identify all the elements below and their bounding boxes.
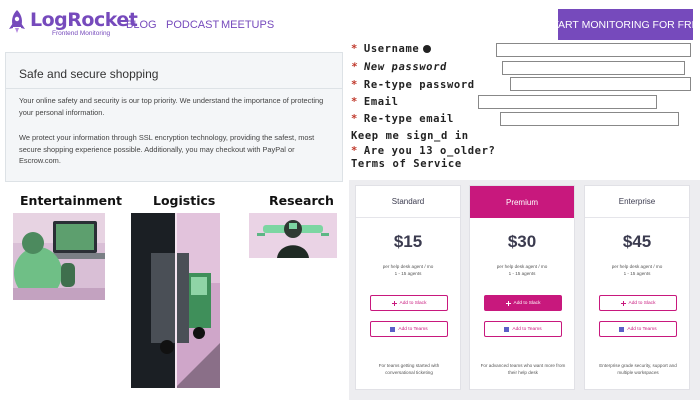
slack-icon [505, 300, 511, 306]
email-input[interactable] [478, 95, 657, 109]
plan-price-unit: per help desk agent / mo 1 - 15 agents [496, 264, 548, 276]
retype-password-input[interactable] [510, 77, 691, 91]
new-password-label: * New password [350, 61, 448, 73]
panel-title: Safe and secure shopping [19, 67, 159, 81]
retype-email-input[interactable] [500, 112, 679, 126]
add-to-teams-button[interactable]: Add to Teams [370, 321, 448, 337]
plan-card-premium: Premium $30 per help desk agent / mo 1 -… [469, 185, 575, 390]
teams-icon [390, 326, 396, 332]
panel-paragraph-2: We protect your information through SSL … [19, 133, 315, 165]
category-research-title: Research [269, 193, 334, 208]
teams-icon [504, 326, 510, 332]
rocket-logo-icon [9, 10, 25, 33]
new-password-input[interactable] [502, 61, 685, 75]
nav-blog[interactable]: BLOG [126, 19, 157, 31]
plan-description: Enterprise grade security, support and m… [599, 363, 677, 375]
username-label: * Username [351, 43, 432, 55]
start-monitoring-button[interactable]: START MONITORING FOR FREE [545, 9, 700, 40]
slack-icon [391, 300, 397, 306]
laptop-person-illustration [13, 213, 105, 300]
plan-price: $45 [622, 232, 652, 251]
slack-icon [620, 300, 626, 306]
plan-price-unit: per help desk agent / mo 1 - 15 agents [382, 264, 434, 276]
add-to-slack-button[interactable]: Add to Slack [484, 295, 562, 311]
teams-icon [619, 326, 625, 332]
add-to-teams-button[interactable]: Add to Teams [484, 321, 562, 337]
category-logistics-title: Logistics [153, 193, 216, 208]
category-entertainment-title: Entertainment [20, 193, 123, 208]
research-image [249, 213, 337, 258]
add-to-teams-button[interactable]: Add to Teams [599, 321, 677, 337]
plan-name: Standard [356, 186, 460, 218]
logo[interactable]: LogRocket Frontend Monitoring [8, 9, 138, 41]
plan-card-standard: Standard $15 per help desk agent / mo 1 … [355, 185, 461, 390]
truck-road-illustration [131, 213, 220, 388]
terms-of-service-link[interactable]: Terms of Service [351, 158, 462, 170]
logistics-image [131, 213, 220, 388]
nav-meetups[interactable]: MEETUPS [221, 19, 274, 31]
plan-description: For teams getting started with conversat… [378, 363, 440, 375]
panel-paragraph-1: Your online safety and security is our t… [19, 96, 324, 117]
plan-name: Enterprise [585, 186, 689, 218]
username-input[interactable] [496, 43, 691, 57]
vr-researcher-illustration [249, 213, 337, 258]
info-icon[interactable] [423, 45, 432, 53]
email-label: * Email [351, 96, 399, 108]
plan-price-unit: per help desk agent / mo 1 - 15 agents [611, 264, 663, 276]
keep-signed-in-checkbox[interactable]: Keep me sign_d in [351, 130, 469, 142]
retype-email-label: * Re-type email [351, 113, 454, 125]
entertainment-image [13, 213, 105, 300]
add-to-slack-button[interactable]: Add to Slack [370, 295, 448, 311]
plan-card-enterprise: Enterprise $45 per help desk agent / mo … [584, 185, 690, 390]
logo-subtitle: Frontend Monitoring [52, 30, 111, 37]
plan-price: $30 [507, 232, 537, 251]
nav-podcast[interactable]: PODCAST [166, 19, 219, 31]
panel-divider [6, 88, 342, 89]
retype-password-label: * Re-type password [351, 79, 475, 91]
logo-text: LogRocket [30, 9, 138, 31]
plan-price: $15 [393, 232, 423, 251]
secure-shopping-panel: Safe and secure shopping Your online saf… [5, 52, 343, 182]
plan-name: Premium [470, 186, 574, 218]
age-confirmation-checkbox[interactable]: * Are you 13 o_older? [351, 145, 495, 157]
add-to-slack-button[interactable]: Add to Slack [599, 295, 677, 311]
plan-description: For advanced teams who want more from th… [480, 363, 566, 375]
